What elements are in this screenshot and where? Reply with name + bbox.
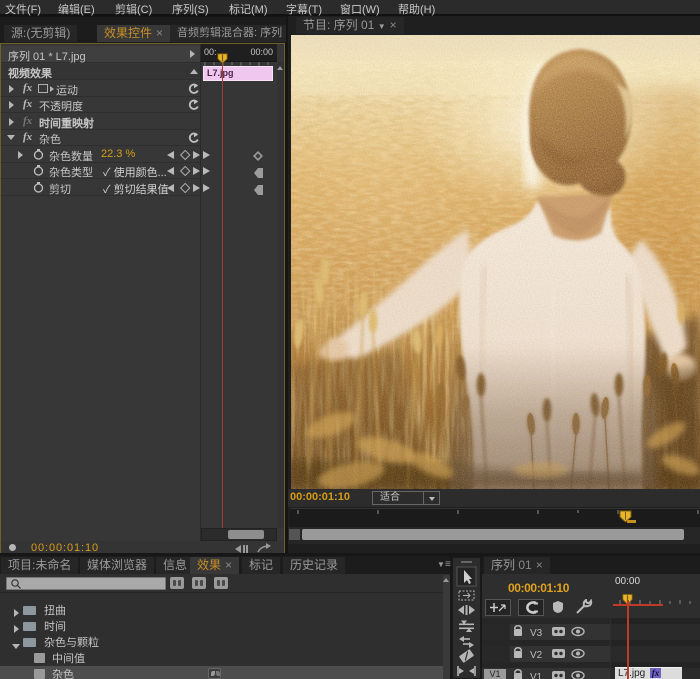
svg-text:V2: V2 (530, 650, 543, 661)
svg-text:V1: V1 (530, 672, 543, 679)
svg-text:V3: V3 (530, 628, 543, 639)
